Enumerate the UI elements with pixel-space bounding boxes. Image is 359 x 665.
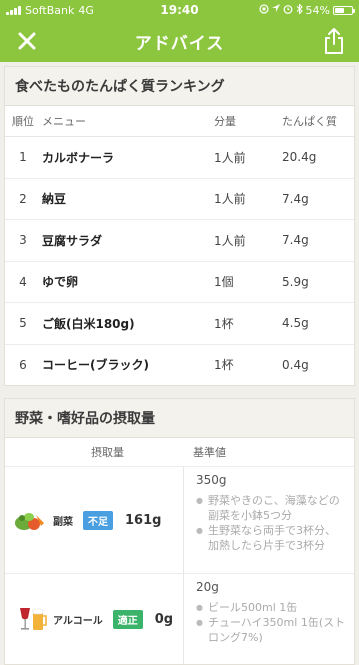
side-dish-amount: 161g [125, 512, 162, 528]
network-label: 4G [78, 3, 94, 17]
rank-cell: 2 [5, 178, 41, 220]
rank-cell: 1 [5, 136, 41, 179]
menu-cell: ゆで卵 [41, 261, 213, 303]
amount-cell: 1杯 [214, 358, 234, 373]
intake-right-alcohol: 20g ビール500ml 1缶 チューハイ350ml 1缶(ストロング7%) [183, 574, 354, 664]
table-row: 4 ゆで卵 1個 5.9g [5, 261, 354, 303]
intake-row-alcohol: アルコール 適正 0g 20g ビール500ml 1缶 チューハイ350ml 1… [5, 574, 354, 664]
status-left: SoftBank 4G [6, 4, 94, 17]
alcohol-label: アルコール [53, 615, 103, 627]
shortage-badge: 不足 [83, 510, 113, 530]
status-bar: SoftBank 4G 19:40 54% [0, 0, 359, 20]
intake-left-side-dish: 副菜 不足 161g [5, 467, 183, 573]
column-header-rank: 順位 [5, 106, 41, 137]
signal-icon [6, 5, 21, 15]
alcohol-amount: 0g [154, 611, 174, 627]
column-header-standard: 基準値 [193, 446, 226, 459]
alcohol-example: ビール500ml 1缶 [196, 600, 346, 615]
protein-ranking-title: 食べたものたんぱく質ランキング [5, 67, 354, 106]
column-header-intake: 摂取量 [91, 446, 124, 459]
rank-cell: 6 [19, 357, 27, 372]
protein-ranking-card: 食べたものたんぱく質ランキング 順位 メニュー 分量 たんぱく質 1 カルボナー… [4, 66, 355, 386]
protein-cell: 4.5g [281, 302, 354, 345]
amount-cell: 1人前 [213, 178, 281, 220]
amount-cell: 1個 [213, 261, 281, 303]
drinks-icon [11, 604, 51, 634]
intake-right-side-dish: 350g 野菜やきのこ、海藻などの副菜を小鉢5つ分 生野菜なら両手で3杯分、加熱… [183, 467, 354, 573]
alcohol-example: チューハイ350ml 1缶(ストロング7%) [196, 615, 346, 645]
menu-cell: ご飯(白米180g) [41, 302, 213, 345]
side-dish-label: 副菜 [53, 516, 73, 528]
share-button[interactable] [319, 25, 349, 57]
table-row: 2 納豆 1人前 7.4g [5, 178, 354, 220]
location-icon [271, 3, 280, 17]
alcohol-standard: 20g [196, 580, 219, 594]
protein-cell: 20.4g [281, 136, 354, 179]
status-right: 54% [258, 2, 355, 17]
side-dish-example: 生野菜なら両手で3杯分、加熱したら片手で3杯分 [196, 523, 346, 553]
intake-card: 野菜・嗜好品の摂取量 摂取量 基準値 副菜 不足 161g 350g 野菜やきの… [4, 398, 355, 665]
protein-cell: 7.4g [281, 219, 354, 262]
protein-cell: 5.9g [281, 261, 354, 303]
side-dish-standard: 350g [196, 473, 227, 487]
menu-cell: 納豆 [41, 178, 213, 220]
close-button[interactable] [12, 26, 42, 56]
orientation-lock-icon [258, 3, 269, 17]
amount-cell: 1人前 [213, 136, 281, 179]
amount-cell: 1人前 [213, 219, 281, 262]
rank-cell: 4 [5, 261, 41, 303]
protein-cell: 0.4g [282, 357, 309, 372]
menu-cell: カルボナーラ [41, 136, 213, 179]
menu-cell: コーヒー(ブラック) [42, 358, 149, 373]
column-header-menu: メニュー [41, 106, 213, 137]
amount-cell: 1杯 [213, 302, 281, 345]
navbar: アドバイス [0, 20, 359, 62]
protein-ranking-table: 順位 メニュー 分量 たんぱく質 1 カルボナーラ 1人前 20.4g 2 納豆… [5, 106, 354, 385]
column-header-protein: たんぱく質 [281, 106, 354, 137]
protein-cell: 7.4g [281, 178, 354, 220]
intake-left-alcohol: アルコール 適正 0g [5, 574, 183, 664]
vegetables-icon [11, 505, 51, 535]
alarm-icon [283, 4, 293, 17]
carrier-label: SoftBank [25, 3, 75, 17]
intake-title: 野菜・嗜好品の摂取量 [5, 399, 354, 438]
intake-header-row: 摂取量 基準値 [5, 438, 354, 467]
column-header-amount: 分量 [213, 106, 281, 137]
battery-percent: 54% [305, 3, 330, 17]
menu-cell: 豆腐サラダ [41, 219, 213, 262]
side-dish-example: 野菜やきのこ、海藻などの副菜を小鉢5つ分 [196, 493, 346, 523]
table-row: 6 コーヒー(ブラック) 1杯 0.4g [5, 344, 354, 385]
bluetooth-icon [296, 2, 303, 17]
page-title: アドバイス [134, 33, 225, 54]
intake-row-side-dish: 副菜 不足 161g 350g 野菜やきのこ、海藻などの副菜を小鉢5つ分 生野菜… [5, 467, 354, 574]
rank-cell: 5 [5, 302, 41, 345]
close-icon [18, 32, 36, 50]
table-row: 3 豆腐サラダ 1人前 7.4g [5, 219, 354, 262]
rank-cell: 3 [5, 219, 41, 262]
table-header-row: 順位 メニュー 分量 たんぱく質 [5, 106, 354, 137]
battery-icon [333, 5, 355, 15]
share-icon [325, 28, 343, 54]
table-row: 5 ご飯(白米180g) 1杯 4.5g [5, 302, 354, 345]
appropriate-badge: 適正 [112, 609, 143, 629]
table-row: 1 カルボナーラ 1人前 20.4g [5, 136, 354, 179]
